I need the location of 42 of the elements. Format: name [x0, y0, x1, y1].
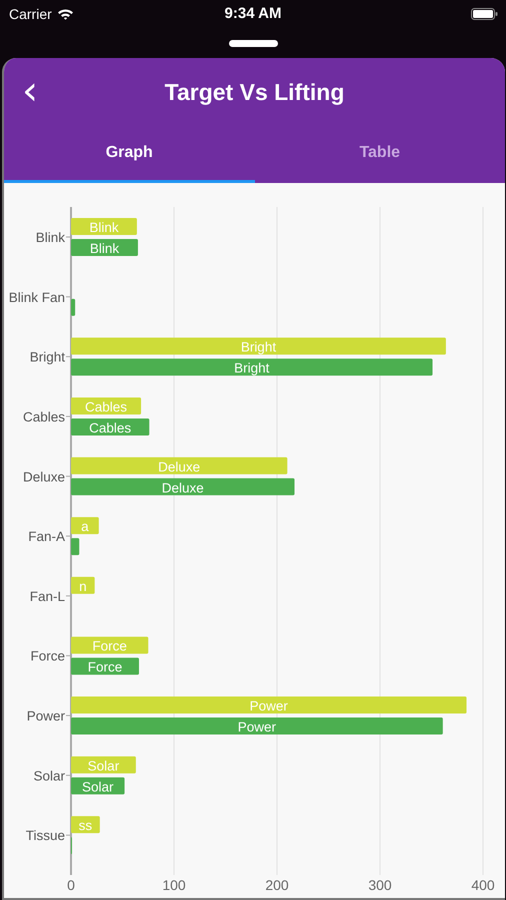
bar-label: n	[79, 578, 87, 594]
sheet-handle[interactable]	[229, 40, 278, 47]
tab[interactable]: Table	[254, 126, 505, 183]
bar-label: Power	[238, 720, 276, 735]
tick-label: 400	[471, 877, 495, 893]
bar-label: Cables	[85, 399, 128, 414]
bar-label: Solar	[88, 758, 120, 774]
category-label: Bright	[30, 350, 65, 365]
bar-label: Deluxe	[158, 459, 200, 474]
bar-label: Blink	[89, 220, 119, 235]
bar-label: Blink	[90, 241, 120, 256]
bar-label: Cables	[89, 420, 132, 436]
category-label: Force	[30, 648, 65, 664]
bar-label: Deluxe	[162, 480, 204, 496]
tick-label: 0	[67, 877, 75, 893]
category-label: Deluxe	[22, 469, 65, 484]
battery-icon	[471, 8, 498, 20]
category-label: Blink Fan	[8, 290, 65, 305]
tick-label: 300	[368, 877, 392, 893]
bar-label: Bright	[234, 360, 270, 376]
tick-label: 200	[265, 877, 289, 893]
bar-label: Bright	[240, 340, 276, 355]
tick-label: 100	[162, 877, 186, 893]
bar-label: Power	[250, 698, 288, 714]
back-button[interactable]: ‹	[18, 76, 42, 106]
category-label: Fan-L	[30, 588, 65, 604]
status-time: 9:34 AM	[224, 5, 282, 22]
bar-label: a	[81, 519, 89, 534]
tab[interactable]: Graph	[4, 126, 254, 183]
bar-label: Solar	[82, 779, 114, 794]
category-label: Cables	[22, 409, 65, 424]
category-label: Tissue	[26, 828, 65, 844]
bar-label: ss	[78, 818, 92, 834]
carrier-label: Carrier	[9, 6, 52, 22]
category-label: Power	[26, 708, 65, 724]
category-label: Blink	[36, 230, 65, 245]
screen-title: Target Vs Lifting	[164, 78, 344, 106]
wifi-icon	[56, 8, 74, 20]
category-label: Solar	[33, 768, 65, 784]
bar-label: Force	[92, 638, 127, 654]
category-label: Fan-A	[28, 529, 65, 544]
bar-label: Force	[88, 660, 122, 675]
